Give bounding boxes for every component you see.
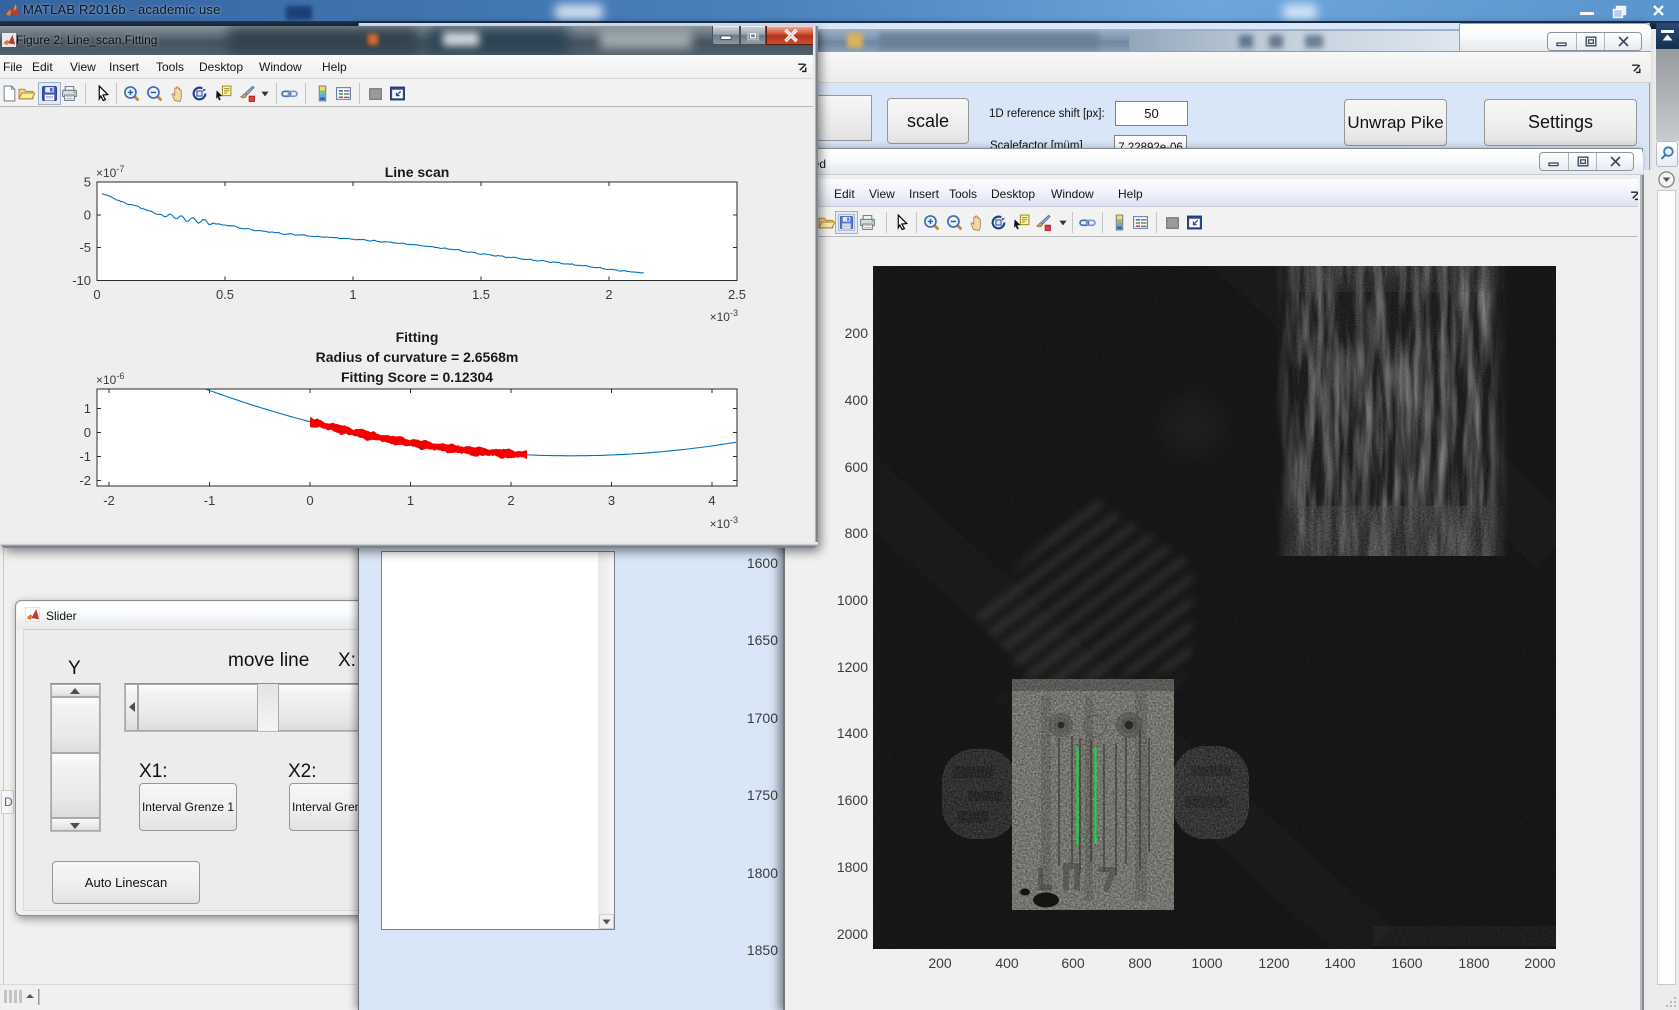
svg-text:Fitting Score = 0.12304: Fitting Score = 0.12304 <box>341 369 493 385</box>
svg-text:5: 5 <box>84 175 91 190</box>
svg-text:-2: -2 <box>79 473 91 488</box>
svg-text:0.5: 0.5 <box>216 287 234 302</box>
svg-text:×10-3: ×10-3 <box>710 515 738 531</box>
svg-text:1.5: 1.5 <box>472 287 490 302</box>
svg-text:Line scan: Line scan <box>385 164 450 180</box>
svg-text:2: 2 <box>507 493 514 508</box>
svg-text:-1: -1 <box>204 493 216 508</box>
svg-text:×10-3: ×10-3 <box>710 308 738 324</box>
svg-text:-2: -2 <box>103 493 115 508</box>
svg-text:0: 0 <box>306 493 313 508</box>
svg-text:-10: -10 <box>72 273 91 288</box>
svg-text:×10-7: ×10-7 <box>96 164 124 180</box>
svg-text:0: 0 <box>84 207 91 222</box>
svg-text:-1: -1 <box>79 449 91 464</box>
svg-text:×10-6: ×10-6 <box>96 371 124 387</box>
svg-text:-5: -5 <box>79 240 91 255</box>
svg-text:4: 4 <box>708 493 715 508</box>
svg-text:3: 3 <box>608 493 615 508</box>
svg-text:2: 2 <box>605 287 612 302</box>
svg-text:Fitting: Fitting <box>396 329 439 345</box>
svg-text:1: 1 <box>407 493 414 508</box>
svg-text:1: 1 <box>349 287 356 302</box>
svg-text:0: 0 <box>93 287 100 302</box>
svg-text:1: 1 <box>84 401 91 416</box>
svg-text:2.5: 2.5 <box>728 287 746 302</box>
svg-text:Radius of curvature = 2.6568m: Radius of curvature = 2.6568m <box>316 349 519 365</box>
svg-text:0: 0 <box>84 425 91 440</box>
